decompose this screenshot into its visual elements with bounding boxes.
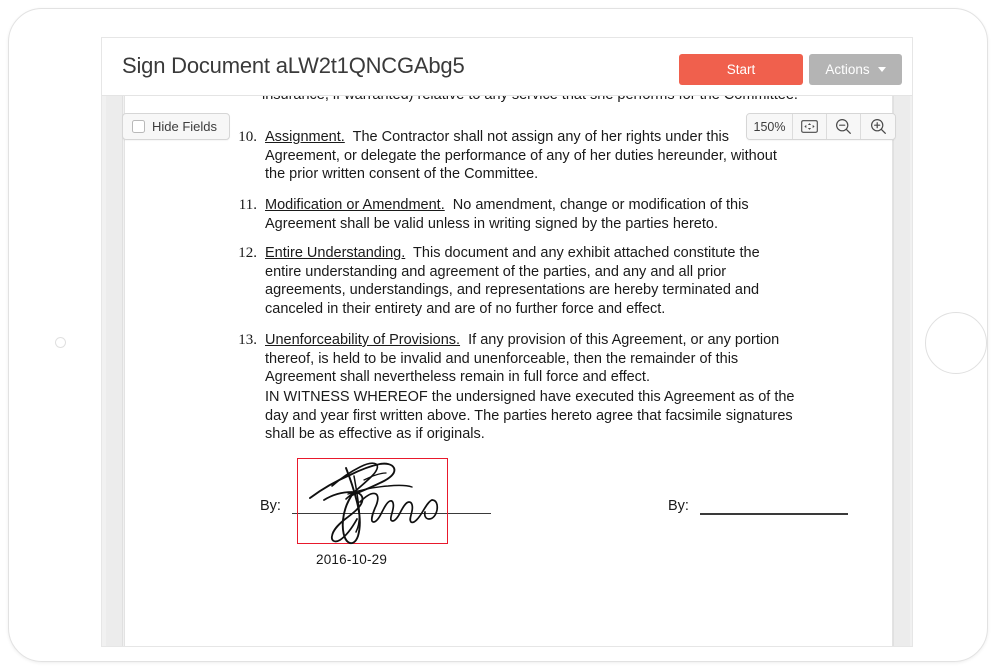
clause-10: 10. Assignment. The Contractor shall not…: [229, 128, 789, 184]
page-title: Sign Document aLW2t1QNCGAbg5: [122, 53, 465, 78]
viewer-gutter-right: [893, 96, 910, 646]
actions-button[interactable]: Actions: [809, 54, 902, 85]
clause-13-title: Unenforceability of Provisions.: [265, 332, 461, 348]
clause-11-body: Modification or Amendment. No amendment,…: [265, 196, 789, 233]
signature-block: By: 2016-10-29 By:: [260, 451, 848, 571]
hide-fields-label: Hide Fields: [152, 119, 218, 134]
fit-screen-icon: [801, 120, 818, 133]
by-label-signer-1: By:: [260, 498, 281, 514]
signature-date: 2016-10-29: [316, 552, 388, 567]
clause-12-body: Entire Understanding. This document and …: [265, 244, 789, 318]
zoom-in-icon: [870, 118, 886, 134]
clause-11-title: Modification or Amendment.: [265, 197, 445, 213]
zoom-toolbar: 150%: [746, 113, 896, 140]
hide-fields-button[interactable]: Hide Fields: [122, 113, 231, 140]
clause-10-title: Assignment.: [265, 129, 345, 145]
camera-icon: [55, 337, 66, 348]
actions-button-label: Actions: [825, 62, 870, 77]
zoom-level-display[interactable]: 150%: [747, 114, 793, 139]
document-page: insurance, if warranted) relative to any…: [124, 96, 893, 646]
signature-line-2: [700, 513, 848, 515]
clause-13-body: Unenforceability of Provisions. If any p…: [265, 331, 789, 387]
clause-12-title: Entire Understanding.: [265, 245, 406, 261]
tablet-frame: Sign Document aLW2t1QNCGAbg5 Start Actio…: [8, 8, 988, 662]
signature-field[interactable]: [297, 458, 448, 544]
fit-screen-button[interactable]: [793, 114, 827, 139]
clause-10-number: 10.: [238, 129, 257, 145]
clause-12-number: 12.: [238, 245, 257, 261]
clause-10-body: Assignment. The Contractor shall not ass…: [265, 128, 789, 184]
home-button[interactable]: [925, 312, 987, 374]
hide-fields-checkbox[interactable]: [132, 120, 145, 133]
clause-11: 11. Modification or Amendment. No amendm…: [229, 196, 789, 233]
chevron-down-icon: [877, 67, 886, 72]
zoom-out-button[interactable]: [827, 114, 861, 139]
zoom-out-icon: [835, 118, 851, 134]
clause-13: 13. Unenforceability of Provisions. If a…: [229, 331, 789, 387]
viewer-gutter-left: [106, 96, 123, 646]
tablet-screen: Sign Document aLW2t1QNCGAbg5 Start Actio…: [101, 37, 913, 647]
document-content: insurance, if warranted) relative to any…: [125, 96, 892, 646]
witness-paragraph: IN WITNESS WHEREOF the undersigned have …: [265, 389, 795, 442]
clause-11-number: 11.: [238, 197, 257, 213]
document-viewer: insurance, if warranted) relative to any…: [102, 96, 912, 646]
by-label-signer-2: By:: [668, 498, 689, 514]
app-header: Sign Document aLW2t1QNCGAbg5 Start Actio…: [102, 38, 912, 96]
partial-text-line: insurance, if warranted) relative to any…: [262, 96, 798, 103]
start-button[interactable]: Start: [679, 54, 803, 85]
clause-13-number: 13.: [238, 332, 257, 348]
clause-12: 12. Entire Understanding. This document …: [229, 244, 789, 318]
zoom-in-button[interactable]: [861, 114, 895, 139]
